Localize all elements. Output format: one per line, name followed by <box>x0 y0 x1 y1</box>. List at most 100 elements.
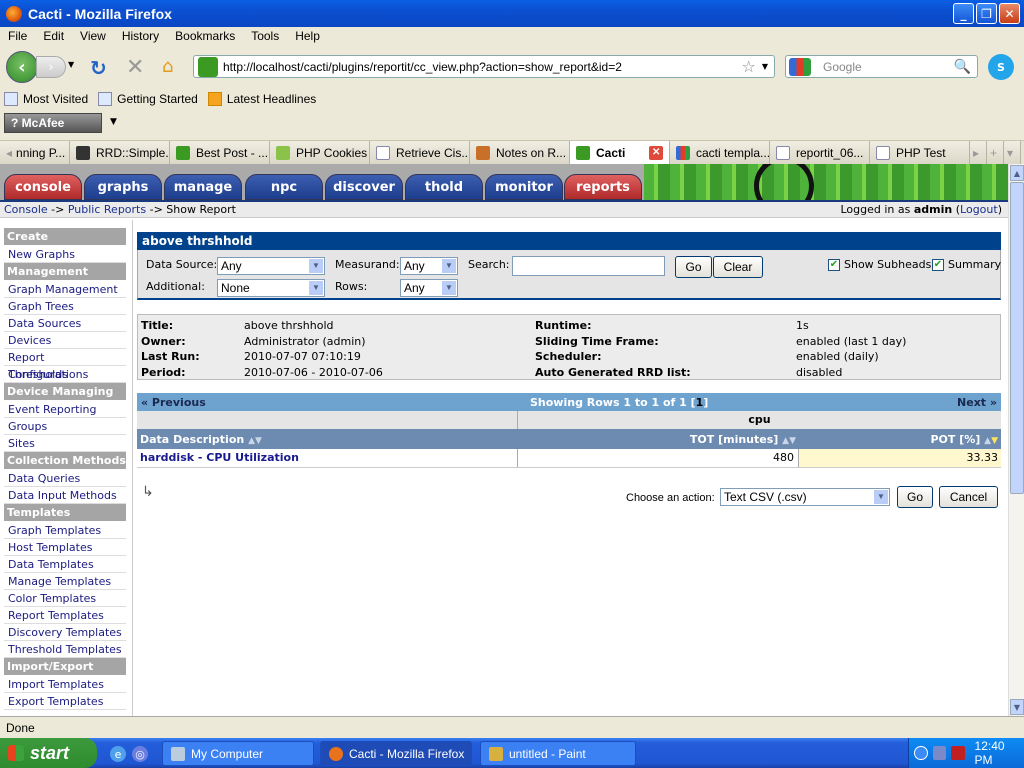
previous-link[interactable]: « Previous <box>141 396 206 409</box>
bookmark-latest-headlines[interactable]: Latest Headlines <box>207 92 316 106</box>
sidebar-item-graph-trees[interactable]: Graph Trees <box>4 298 126 315</box>
tab-reports[interactable]: reports <box>564 174 642 200</box>
browser-tab[interactable]: RRD::Simple... <box>70 141 170 164</box>
minimize-button[interactable]: _ <box>953 3 974 24</box>
menu-edit[interactable]: Edit <box>35 29 72 43</box>
page-scrollbar[interactable]: ▲ ▼ <box>1008 164 1024 716</box>
list-tabs-icon[interactable]: ▾ <box>1004 141 1021 164</box>
browser-tab[interactable]: Notes on R... <box>470 141 570 164</box>
clock[interactable]: 12:40 PM <box>975 739 1024 767</box>
sidebar-item-new-graphs[interactable]: New Graphs <box>4 246 126 263</box>
sidebar-item-data-queries[interactable]: Data Queries <box>4 470 126 487</box>
forward-button[interactable]: › <box>36 56 66 78</box>
breadcrumb-public-reports[interactable]: Public Reports <box>68 203 146 216</box>
reload-icon[interactable]: ↻ <box>90 56 107 80</box>
tab-monitor[interactable]: monitor <box>485 174 563 200</box>
url-dropdown-icon[interactable]: ▼ <box>762 62 768 71</box>
checkmark-icon[interactable]: ✔ <box>932 258 944 271</box>
go-button[interactable]: Go <box>675 256 712 278</box>
sidebar-item-export-templates[interactable]: Export Templates <box>4 693 126 710</box>
action-go-button[interactable]: Go <box>897 486 933 508</box>
tab-thold[interactable]: thold <box>405 174 483 200</box>
close-tab-icon[interactable]: ✕ <box>649 145 663 160</box>
tab-scroll-left[interactable]: ◂ nning P... <box>0 141 70 164</box>
sidebar-item-import-templates[interactable]: Import Templates <box>4 676 126 693</box>
action-cancel-button[interactable]: Cancel <box>939 486 998 508</box>
task-my-computer[interactable]: My Computer <box>162 741 314 766</box>
scroll-down-icon[interactable]: ▼ <box>1010 699 1024 715</box>
history-dropdown-icon[interactable]: ▼ <box>68 60 74 69</box>
mcafee-dropdown-icon[interactable]: ▼ <box>110 117 117 127</box>
back-button[interactable]: ‹ <box>6 51 38 83</box>
google-icon[interactable] <box>789 57 811 76</box>
rows-select[interactable]: Any ▼ <box>400 279 458 297</box>
tab-console[interactable]: console <box>4 174 82 200</box>
stop-icon[interactable]: ✕ <box>126 55 144 80</box>
sidebar-item-thresholds[interactable]: Thresholds <box>4 366 126 383</box>
menu-file[interactable]: File <box>0 29 35 43</box>
network-icon[interactable] <box>932 746 947 760</box>
sidebar-item-graph-management[interactable]: Graph Management <box>4 281 126 298</box>
sidebar-item-graph-templates[interactable]: Graph Templates <box>4 522 126 539</box>
sidebar-item-color-templates[interactable]: Color Templates <box>4 590 126 607</box>
sidebar-item-host-templates[interactable]: Host Templates <box>4 539 126 556</box>
url-text[interactable]: http://localhost/cacti/plugins/reportit/… <box>223 60 742 74</box>
skype-icon[interactable]: S <box>988 54 1014 80</box>
col-tot[interactable]: TOT [minutes] ▲▼ <box>518 433 799 446</box>
next-link[interactable]: Next » <box>957 396 997 409</box>
chevron-down-icon[interactable]: ▼ <box>442 259 456 273</box>
browser-tab[interactable]: Retrieve Cis... <box>370 141 470 164</box>
search-box[interactable]: Google 🔍 <box>785 55 978 78</box>
search-icon[interactable]: 🔍 <box>954 59 971 75</box>
ie-icon[interactable]: e <box>110 746 126 762</box>
sidebar-item-report-configurations[interactable]: Report Configurations <box>4 349 126 381</box>
data-source-select[interactable]: Any ▼ <box>217 257 325 275</box>
sidebar-item-data-input-methods[interactable]: Data Input Methods <box>4 487 126 504</box>
browser-tab[interactable]: PHP Cookies <box>270 141 370 164</box>
scroll-left-icon[interactable]: ◂ <box>6 146 12 160</box>
sort-arrows-icon[interactable]: ▲▼ <box>984 436 998 446</box>
tab-manage[interactable]: manage <box>164 174 242 200</box>
browser-tab[interactable]: reportit_06... <box>770 141 870 164</box>
browser-tab[interactable]: cacti templa... <box>670 141 770 164</box>
chevron-down-icon[interactable]: ▼ <box>309 259 323 273</box>
action-select[interactable]: Text CSV (.csv) ▼ <box>720 488 890 506</box>
sidebar-item-discovery-templates[interactable]: Discovery Templates <box>4 624 126 641</box>
mcafee-tray-icon[interactable] <box>951 746 965 760</box>
logout-link[interactable]: Logout <box>960 203 998 216</box>
sidebar-item-groups[interactable]: Groups <box>4 418 126 435</box>
tab-discover[interactable]: discover <box>325 174 403 200</box>
data-description-link[interactable]: harddisk - CPU Utilization <box>137 449 518 467</box>
chevron-down-icon[interactable]: ▼ <box>442 281 456 295</box>
col-pot[interactable]: POT [%] ▲▼ <box>799 433 1001 446</box>
menu-tools[interactable]: Tools <box>243 29 287 43</box>
summary-checkbox[interactable]: ✔ Summary <box>932 258 1001 271</box>
additional-select[interactable]: None ▼ <box>217 279 325 297</box>
sort-arrows-icon[interactable]: ▲▼ <box>782 436 796 446</box>
restore-button[interactable]: ❐ <box>976 3 997 24</box>
task-paint[interactable]: untitled - Paint <box>480 741 636 766</box>
browser-tab[interactable]: Best Post - ... <box>170 141 270 164</box>
sort-arrows-icon[interactable]: ▲▼ <box>248 436 262 446</box>
start-button[interactable]: start <box>0 738 97 768</box>
menu-help[interactable]: Help <box>287 29 328 43</box>
tab-graphs[interactable]: graphs <box>84 174 162 200</box>
sidebar-item-threshold-templates[interactable]: Threshold Templates <box>4 641 126 658</box>
checkmark-icon[interactable]: ✔ <box>828 258 840 271</box>
browser-tab[interactable]: PHP Test <box>870 141 970 164</box>
search-input[interactable] <box>512 256 665 276</box>
chevron-down-icon[interactable]: ▼ <box>309 281 323 295</box>
breadcrumb-console[interactable]: Console <box>4 203 48 216</box>
bookmark-getting-started[interactable]: Getting Started <box>98 92 198 106</box>
scroll-up-icon[interactable]: ▲ <box>1010 165 1024 181</box>
show-subheads-checkbox[interactable]: ✔ Show Subheads <box>828 258 931 271</box>
sidebar-item-data-templates[interactable]: Data Templates <box>4 556 126 573</box>
quicklaunch-icon[interactable]: ◎ <box>132 746 148 762</box>
col-data-description[interactable]: Data Description ▲▼ <box>137 433 518 446</box>
bookmark-most-visited[interactable]: Most Visited <box>4 92 88 106</box>
show-hidden-icons-icon[interactable] <box>914 746 928 760</box>
new-tab-icon[interactable]: + <box>987 141 1004 164</box>
sidebar-item-data-sources[interactable]: Data Sources <box>4 315 126 332</box>
browser-tab-active[interactable]: Cacti ✕ <box>570 141 670 164</box>
scroll-right-icon[interactable]: ▸ <box>970 141 987 164</box>
